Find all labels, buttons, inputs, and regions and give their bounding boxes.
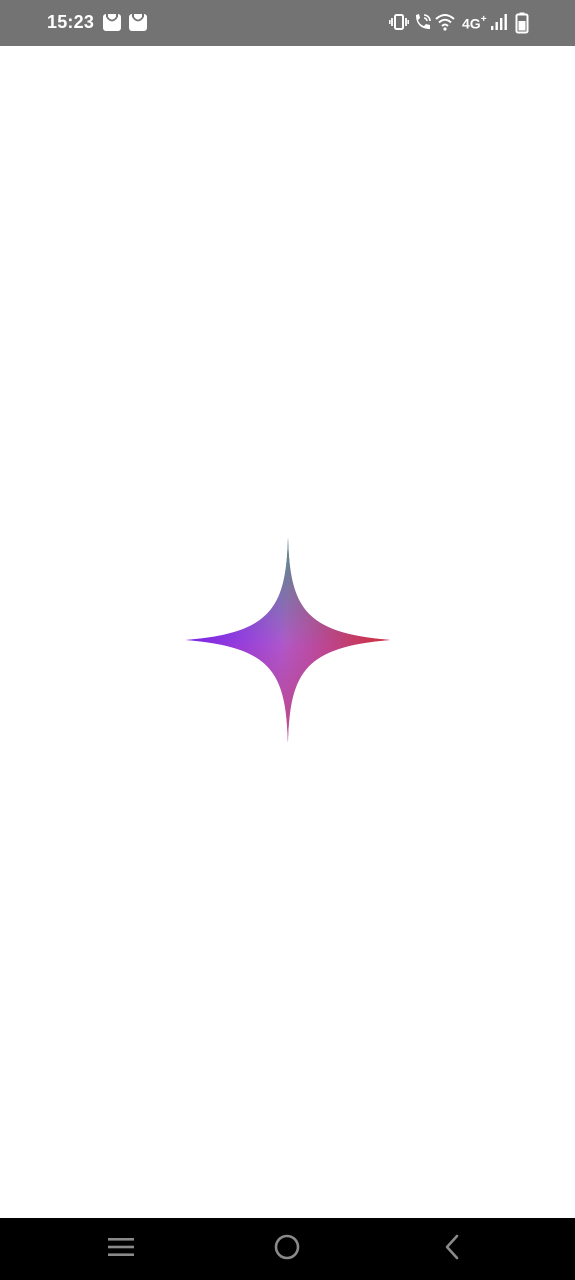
vibrate-icon <box>389 12 409 37</box>
screen: 15:23 4G+ <box>0 0 575 1280</box>
mail-bag-icon <box>103 13 121 32</box>
home-icon <box>273 1233 301 1266</box>
wifi-icon <box>435 12 455 37</box>
sparkle-icon <box>186 537 390 743</box>
status-time: 15:23 <box>47 12 95 32</box>
battery-icon <box>515 12 529 39</box>
mail-bag-icon <box>129 13 147 32</box>
back-button[interactable] <box>412 1218 492 1280</box>
back-icon <box>441 1233 463 1266</box>
network-type: 4G+ <box>462 14 487 32</box>
recent-apps-icon <box>107 1235 135 1264</box>
wifi-call-icon <box>413 12 433 37</box>
status-bar: 15:23 4G+ <box>0 0 575 46</box>
recent-apps-button[interactable] <box>81 1218 161 1280</box>
signal-icon <box>490 12 508 37</box>
home-button[interactable] <box>247 1218 327 1280</box>
navigation-bar <box>0 1218 575 1280</box>
